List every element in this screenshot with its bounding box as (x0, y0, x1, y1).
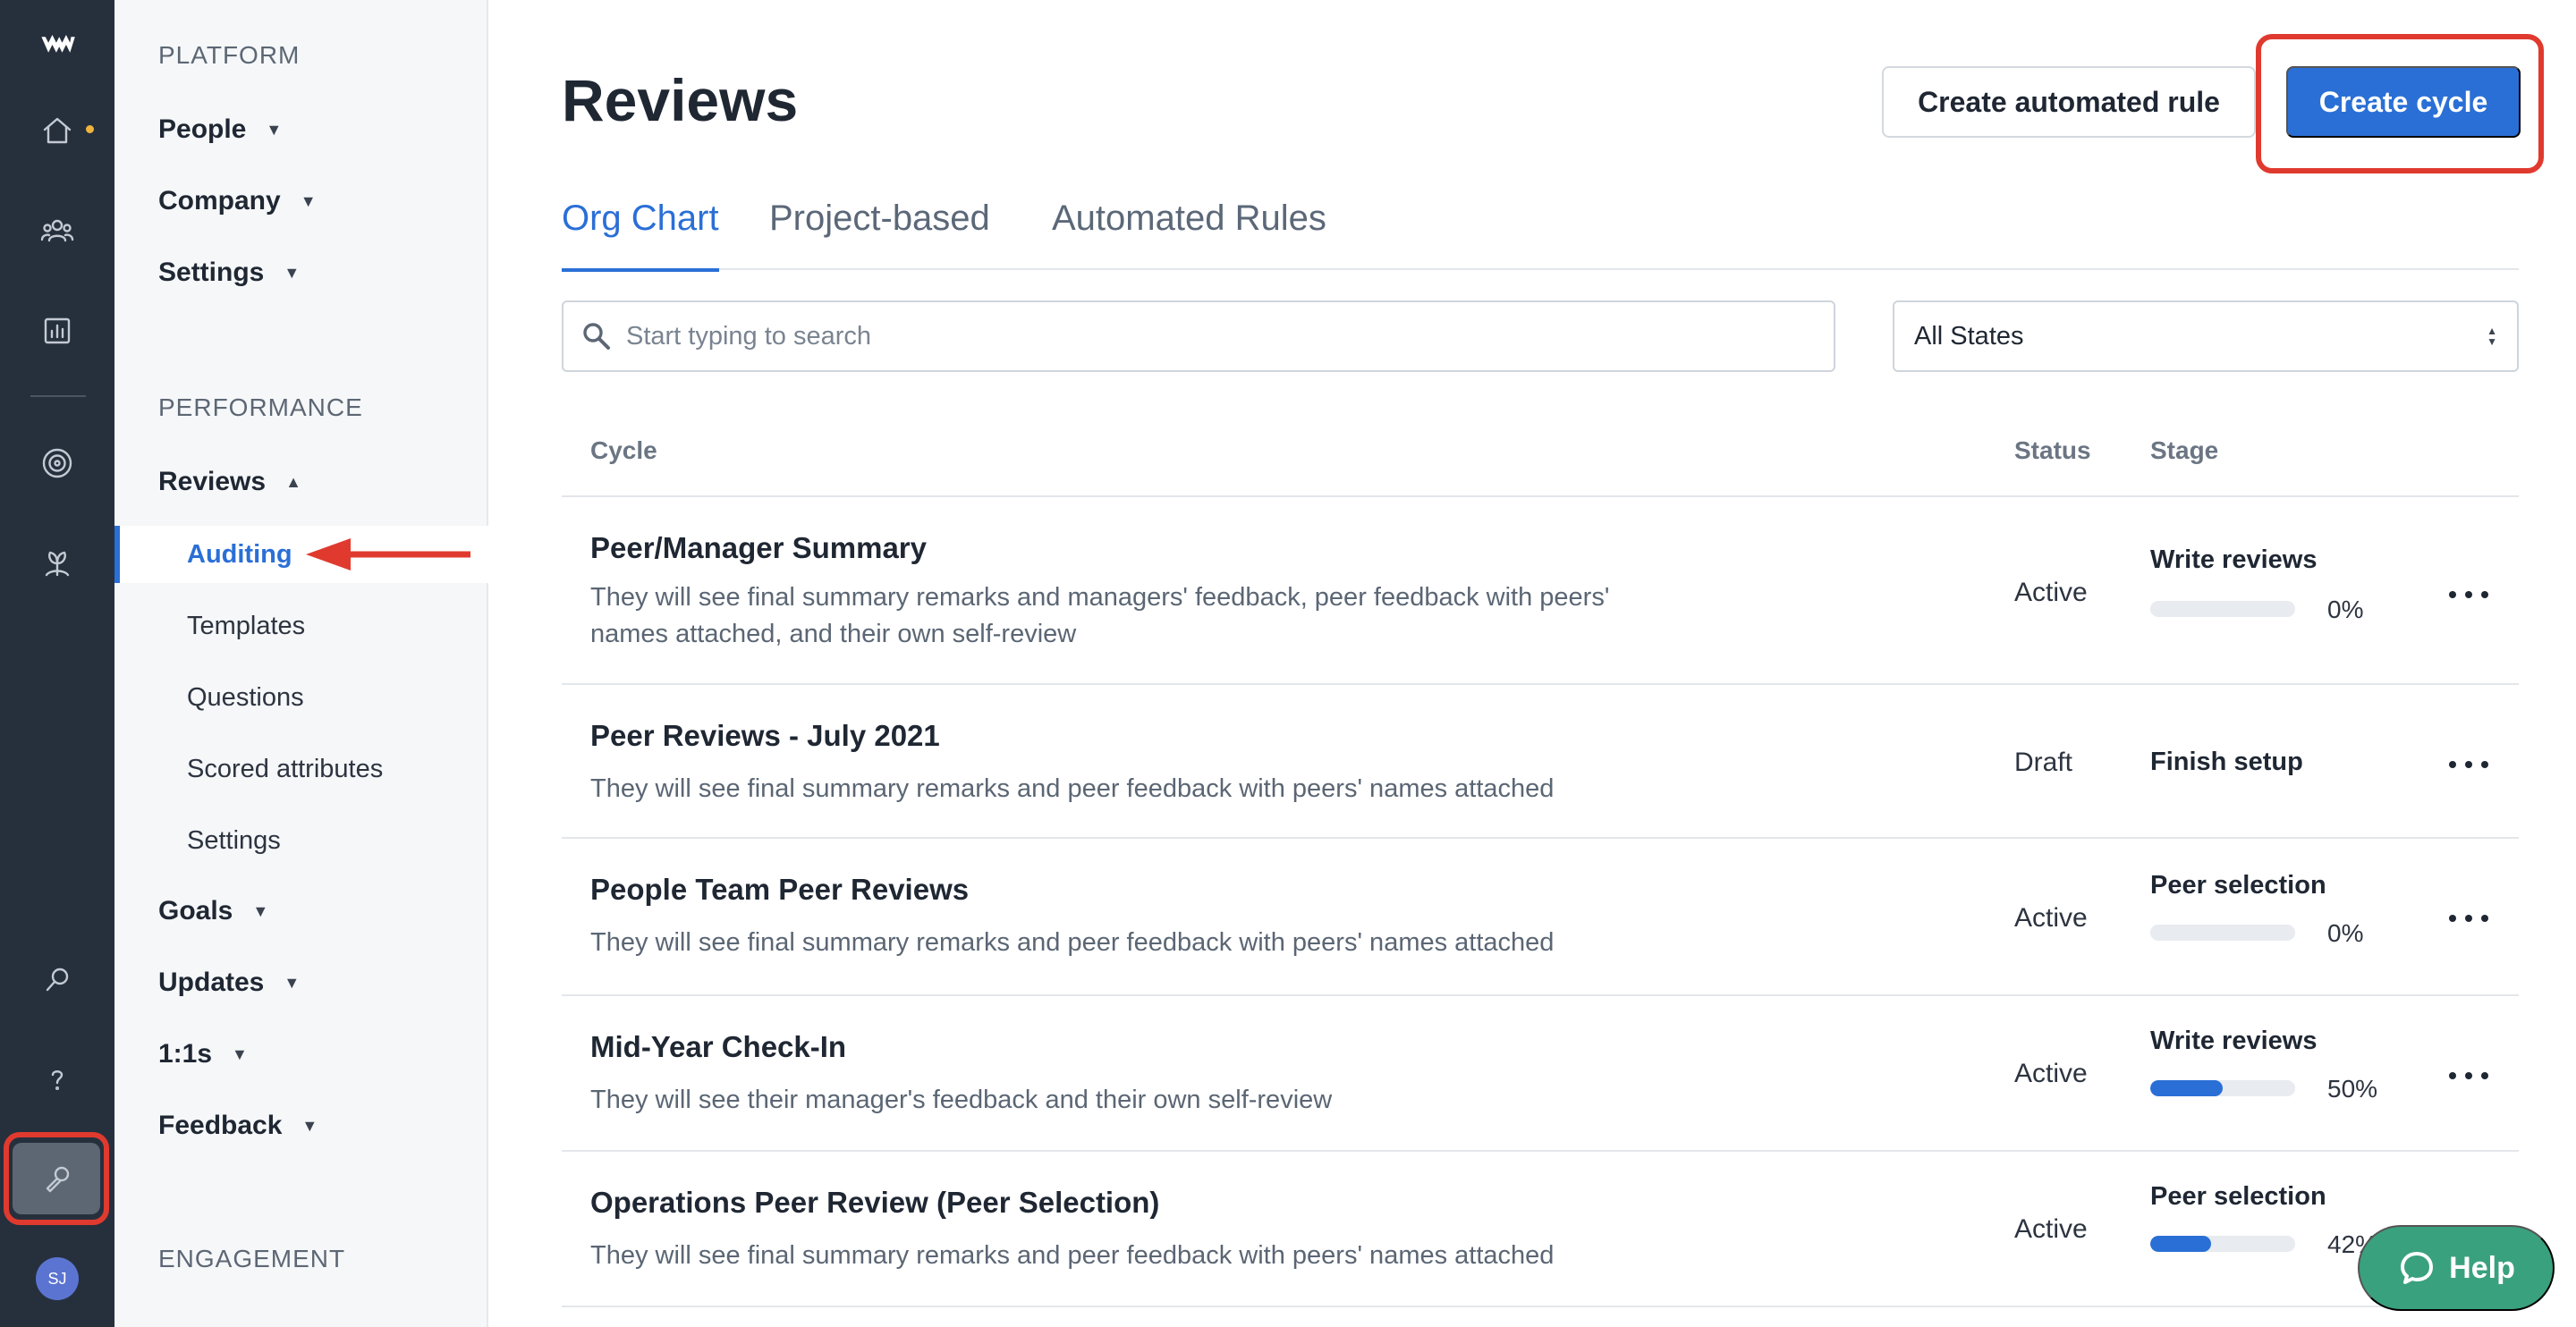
help-icon[interactable] (30, 1053, 84, 1107)
sidebar-item-people[interactable]: People ▼ (158, 114, 282, 145)
logo-icon[interactable] (30, 18, 84, 72)
progress-bar-fill (2150, 1080, 2223, 1096)
table-row[interactable]: Mid-Year Check-In They will see their ma… (562, 996, 2519, 1152)
rail-divider (30, 395, 86, 397)
home-icon[interactable] (30, 104, 84, 157)
progress-bar-fill (2150, 1236, 2212, 1252)
sidebar-item-review-settings[interactable]: Settings (187, 826, 281, 856)
progress-percent: 0% (2327, 596, 2364, 623)
progress-bar (2150, 1080, 2295, 1096)
cycle-stage: Finish setup (2150, 748, 2303, 776)
table-header: Cycle Status Stage (562, 420, 2519, 497)
tab-bar: Org Chart Project-based Automated Rules (562, 199, 2519, 272)
icon-rail: SJ (0, 0, 114, 1327)
cycle-stage: Peer selection (2150, 871, 2326, 900)
column-header-cycle: Cycle (590, 436, 657, 464)
tab-automated-rules[interactable]: Automated Rules (1052, 199, 1326, 270)
cycle-stage: Write reviews (2150, 1027, 2318, 1055)
progress-percent: 50% (2327, 1075, 2378, 1103)
cycle-description: They will see their manager's feedback a… (590, 1086, 1333, 1114)
select-arrows-icon: ▲ ▼ (2487, 325, 2497, 348)
table-row[interactable]: Operations Peer Review (Peer Selection) … (562, 1152, 2519, 1307)
section-header-performance: PERFORMANCE (158, 393, 363, 421)
search-icon[interactable] (30, 953, 84, 1007)
sidebar-item-company[interactable]: Company ▼ (158, 186, 317, 216)
progress-bar (2150, 1236, 2295, 1252)
annotation-box-admin (4, 1132, 109, 1225)
progress-bar (2150, 925, 2295, 941)
sidebar-item-updates[interactable]: Updates ▼ (158, 968, 300, 998)
cycle-description: They will see final summary remarks and … (590, 928, 1555, 957)
avatar[interactable]: SJ (36, 1257, 79, 1300)
caret-down-icon: ▼ (284, 263, 301, 282)
more-options-icon[interactable] (2449, 751, 2488, 778)
cycle-status: Active (2014, 1059, 2088, 1088)
chart-icon[interactable] (30, 304, 84, 358)
column-header-stage: Stage (2150, 436, 2219, 464)
create-automated-rule-button[interactable]: Create automated rule (1882, 66, 2256, 138)
more-options-icon[interactable] (2449, 905, 2488, 932)
chat-bubble-icon (2401, 1252, 2434, 1284)
state-filter-select[interactable]: All States ▲ ▼ (1893, 300, 2519, 372)
target-icon[interactable] (30, 436, 84, 490)
cycle-status: Active (2014, 578, 2088, 607)
more-options-icon[interactable] (2449, 581, 2488, 608)
search-icon (583, 323, 610, 350)
tab-project-based[interactable]: Project-based (769, 199, 990, 270)
sidebar-item-goals[interactable]: Goals ▼ (158, 896, 268, 926)
more-options-icon[interactable] (2449, 1062, 2488, 1089)
cycle-description: They will see final summary remarks and … (590, 583, 1610, 648)
sidebar-item-feedback[interactable]: Feedback ▼ (158, 1111, 318, 1141)
search-box (562, 300, 1835, 372)
cycle-description: They will see final summary remarks and … (590, 1241, 1555, 1270)
cycle-description: They will see final summary remarks and … (590, 774, 1555, 803)
section-header-platform: PLATFORM (158, 41, 301, 69)
sidebar-item-scored-attributes[interactable]: Scored attributes (187, 755, 383, 784)
column-header-status: Status (2014, 436, 2091, 464)
page-title: Reviews (562, 67, 799, 133)
section-header-engagement: ENGAGEMENT (158, 1245, 346, 1272)
search-input[interactable] (626, 321, 1789, 351)
active-item-indicator (114, 526, 120, 583)
sidebar-item-one-on-ones[interactable]: 1:1s ▼ (158, 1039, 248, 1069)
cycle-status: Active (2014, 1214, 2088, 1244)
table-row[interactable]: Peer/Manager Summary They will see final… (562, 497, 2519, 685)
table-row[interactable]: Peer Reviews - July 2021 They will see f… (562, 685, 2519, 839)
cycle-name[interactable]: Operations Peer Review (Peer Selection) (590, 1186, 1159, 1220)
notification-dot (86, 125, 94, 133)
caret-down-icon: ▼ (301, 1116, 318, 1135)
annotation-box-create-cycle (2256, 34, 2544, 173)
cycle-name[interactable]: Peer Reviews - July 2021 (590, 719, 940, 753)
people-icon[interactable] (30, 204, 84, 258)
sidebar: PLATFORM People ▼ Company ▼ Settings ▼ PERF… (114, 0, 488, 1327)
progress-bar (2150, 601, 2295, 617)
plant-icon[interactable] (30, 537, 84, 590)
cycle-status: Active (2014, 903, 2088, 933)
cycle-name[interactable]: Peer/Manager Summary (590, 531, 927, 565)
cycle-stage: Peer selection (2150, 1182, 2326, 1211)
cycle-status: Draft (2014, 748, 2073, 777)
sidebar-item-reviews[interactable]: Reviews ▲ (158, 467, 301, 497)
caret-up-icon: ▲ (285, 472, 301, 491)
table-row[interactable]: People Team Peer Reviews They will see f… (562, 839, 2519, 996)
caret-down-icon: ▼ (232, 1044, 248, 1063)
sidebar-item-templates[interactable]: Templates (187, 612, 305, 641)
tab-org-chart[interactable]: Org Chart (562, 199, 719, 272)
caret-down-icon: ▼ (284, 973, 301, 992)
caret-down-icon: ▼ (266, 120, 283, 139)
caret-down-icon: ▼ (252, 901, 269, 920)
cycle-name[interactable]: People Team Peer Reviews (590, 873, 969, 907)
sidebar-item-auditing[interactable]: Auditing (187, 540, 292, 570)
annotation-arrow-icon (306, 538, 470, 571)
caret-down-icon: ▼ (300, 191, 317, 210)
progress-percent: 0% (2327, 919, 2364, 947)
cycle-stage: Write reviews (2150, 545, 2318, 574)
sidebar-item-settings[interactable]: Settings ▼ (158, 258, 300, 288)
cycle-name[interactable]: Mid-Year Check-In (590, 1030, 846, 1064)
active-tab-underline (562, 268, 719, 272)
sidebar-item-questions[interactable]: Questions (187, 683, 304, 713)
help-button[interactable]: Help (2358, 1225, 2555, 1311)
